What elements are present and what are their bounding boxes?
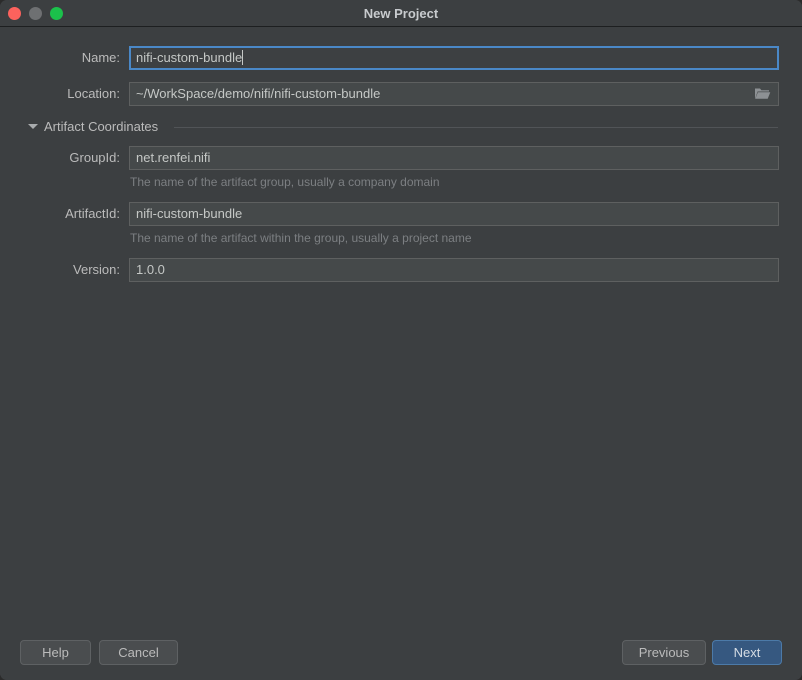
cancel-button[interactable]: Cancel — [99, 640, 178, 665]
name-input[interactable]: nifi-custom-bundle — [129, 46, 779, 70]
group-id-input[interactable]: net.renfei.nifi — [129, 146, 779, 170]
previous-button[interactable]: Previous — [622, 640, 706, 665]
name-input-value: nifi-custom-bundle — [136, 50, 243, 65]
version-input-value: 1.0.0 — [136, 262, 165, 277]
version-input[interactable]: 1.0.0 — [129, 258, 779, 282]
location-input[interactable]: ~/WorkSpace/demo/nifi/nifi-custom-bundle — [129, 82, 779, 106]
dialog-content: Name: nifi-custom-bundle Location: ~/Wor… — [0, 28, 802, 628]
location-label: Location: — [67, 86, 120, 101]
folder-icon[interactable] — [754, 86, 771, 102]
artifact-coordinates-title: Artifact Coordinates — [44, 119, 159, 134]
dialog-footer: Help Cancel Previous Next — [0, 628, 802, 680]
location-input-value: ~/WorkSpace/demo/nifi/nifi-custom-bundle — [136, 86, 381, 101]
artifact-id-input[interactable]: nifi-custom-bundle — [129, 202, 779, 226]
title-bar: New Project — [0, 0, 802, 27]
version-label: Version: — [73, 262, 120, 277]
group-id-hint: The name of the artifact group, usually … — [130, 175, 440, 189]
new-project-dialog: New Project Name: nifi-custom-bundle Loc… — [0, 0, 802, 680]
chevron-down-icon[interactable] — [28, 124, 38, 129]
artifact-id-input-value: nifi-custom-bundle — [136, 206, 243, 221]
group-id-label: GroupId: — [69, 150, 120, 165]
section-divider — [174, 127, 778, 128]
next-button[interactable]: Next — [712, 640, 782, 665]
name-label: Name: — [81, 50, 120, 65]
group-id-input-value: net.renfei.nifi — [136, 150, 211, 165]
text-caret — [242, 50, 244, 65]
artifact-coordinates-section-header[interactable]: Artifact Coordinates — [0, 119, 802, 135]
artifact-id-label: ArtifactId: — [65, 206, 120, 221]
window-title: New Project — [363, 6, 439, 21]
artifact-id-hint: The name of the artifact within the grou… — [130, 231, 472, 245]
help-button[interactable]: Help — [20, 640, 91, 665]
